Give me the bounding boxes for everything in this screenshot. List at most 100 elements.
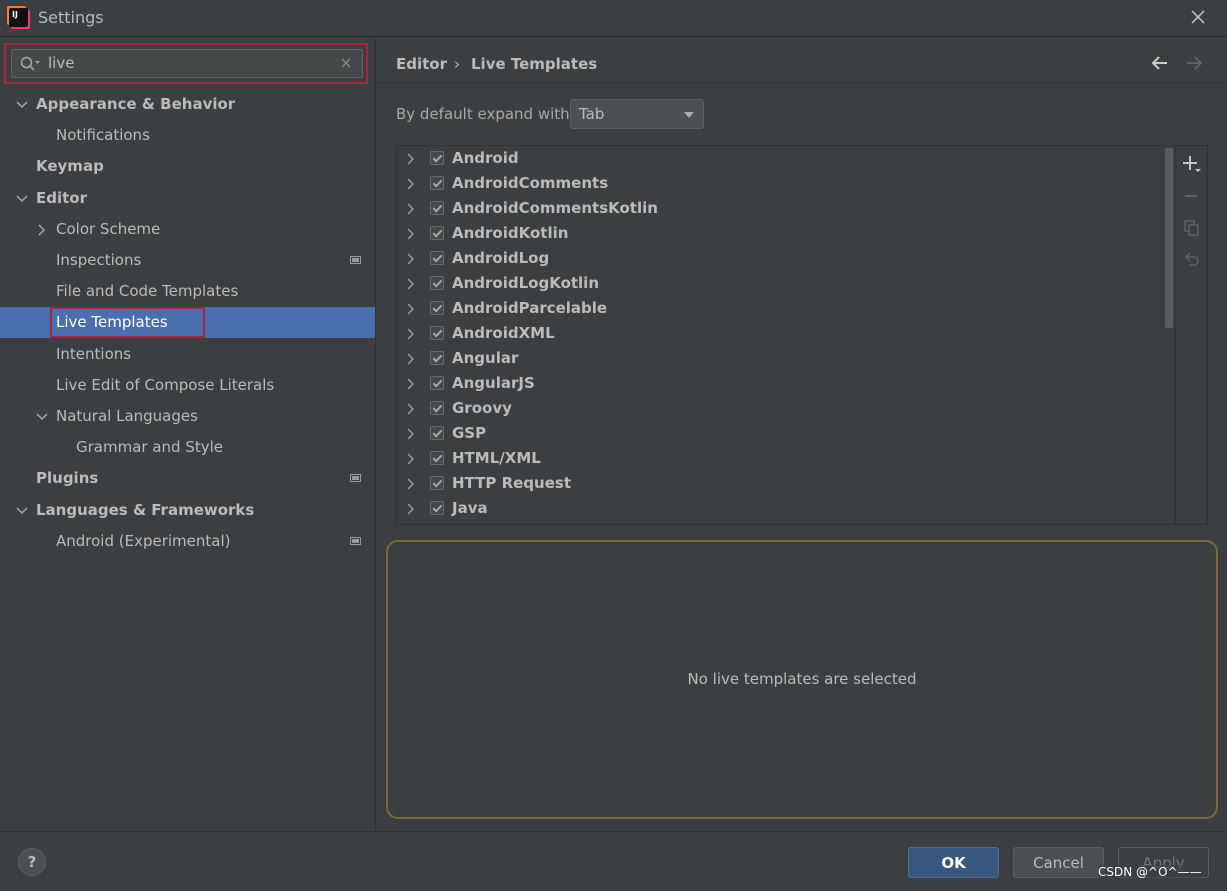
- ok-button[interactable]: OK: [908, 847, 999, 878]
- template-group-row[interactable]: Angular: [397, 346, 1167, 371]
- sidebar-item[interactable]: Intentions: [0, 339, 375, 370]
- template-group-row[interactable]: AndroidLogKotlin: [397, 271, 1167, 296]
- search-icon[interactable]: [20, 56, 42, 72]
- template-group-row[interactable]: AndroidComments: [397, 171, 1167, 196]
- chevron-right-icon[interactable]: [406, 303, 416, 315]
- template-checkbox[interactable]: [430, 451, 444, 465]
- template-checkbox[interactable]: [430, 301, 444, 315]
- chevron-right-icon[interactable]: [406, 478, 416, 490]
- template-group-row[interactable]: Android: [397, 146, 1167, 171]
- sidebar-item[interactable]: Appearance & Behavior: [0, 89, 375, 120]
- template-group-row[interactable]: AndroidCommentsKotlin: [397, 196, 1167, 221]
- search-field[interactable]: [11, 49, 363, 78]
- selection-highlight-outline: [50, 307, 205, 338]
- template-checkbox[interactable]: [430, 201, 444, 215]
- chevron-right-icon[interactable]: [406, 403, 416, 415]
- copy-icon[interactable]: [1182, 218, 1202, 238]
- chevron-right-icon[interactable]: [36, 224, 48, 236]
- clear-search-icon[interactable]: [340, 57, 352, 69]
- sidebar-item[interactable]: Plugins: [0, 463, 375, 494]
- template-checkbox[interactable]: [430, 326, 444, 340]
- template-checkbox[interactable]: [430, 401, 444, 415]
- templates-list-panel: Android AndroidComments AndroidCommentsKot…: [396, 145, 1208, 525]
- chevron-down-icon[interactable]: [16, 99, 28, 111]
- template-checkbox[interactable]: [430, 226, 444, 240]
- template-group-row[interactable]: Java: [397, 496, 1167, 521]
- sidebar-item-label: Notifications: [56, 126, 150, 144]
- template-group-row[interactable]: HTML/XML: [397, 446, 1167, 471]
- chevron-right-icon[interactable]: [406, 228, 416, 240]
- chevron-right-icon[interactable]: [406, 278, 416, 290]
- chevron-down-icon[interactable]: [16, 505, 28, 517]
- back-arrow-icon[interactable]: [1150, 53, 1170, 73]
- sidebar-item[interactable]: Notifications: [0, 120, 375, 151]
- search-input[interactable]: [48, 53, 328, 73]
- intellij-app-icon: IJ: [9, 8, 28, 27]
- sidebar-item[interactable]: Natural Languages: [0, 401, 375, 432]
- template-checkbox[interactable]: [430, 501, 444, 515]
- chevron-right-icon[interactable]: [406, 328, 416, 340]
- sidebar-item[interactable]: Color Scheme: [0, 214, 375, 245]
- chevron-right-icon[interactable]: [406, 428, 416, 440]
- cancel-button[interactable]: Cancel: [1013, 847, 1104, 878]
- main-panel: Editor › Live Templates By default expan…: [376, 37, 1227, 830]
- forward-arrow-icon[interactable]: [1184, 53, 1204, 73]
- help-button[interactable]: ?: [18, 848, 46, 876]
- template-checkbox[interactable]: [430, 476, 444, 490]
- template-group-name: AndroidLog: [452, 249, 550, 267]
- remove-icon[interactable]: [1182, 186, 1202, 206]
- window-title: Settings: [38, 8, 104, 27]
- settings-sidebar: Appearance & Behavior Notifications Keymap…: [0, 37, 376, 830]
- chevron-down-icon[interactable]: [36, 411, 48, 423]
- sidebar-item[interactable]: Live Edit of Compose Literals: [0, 370, 375, 401]
- template-group-row[interactable]: Groovy: [397, 396, 1167, 421]
- chevron-right-icon[interactable]: [406, 353, 416, 365]
- expand-with-dropdown[interactable]: Tab: [570, 99, 704, 129]
- sidebar-item[interactable]: Languages & Frameworks: [0, 495, 375, 526]
- template-checkbox[interactable]: [430, 251, 444, 265]
- breadcrumb: Editor › Live Templates: [376, 37, 1227, 83]
- sidebar-item[interactable]: Live Templates: [0, 307, 375, 338]
- chevron-right-icon[interactable]: [406, 153, 416, 165]
- breadcrumb-parent[interactable]: Editor: [396, 55, 447, 73]
- template-group-row[interactable]: GSP: [397, 421, 1167, 446]
- template-checkbox[interactable]: [430, 426, 444, 440]
- sidebar-item[interactable]: File and Code Templates: [0, 276, 375, 307]
- template-group-name: AndroidXML: [452, 324, 555, 342]
- template-checkbox[interactable]: [430, 351, 444, 365]
- sidebar-item[interactable]: Inspections: [0, 245, 375, 276]
- template-group-row[interactable]: AndroidLog: [397, 246, 1167, 271]
- sidebar-item-label: Color Scheme: [56, 220, 161, 238]
- sidebar-item-label: Editor: [36, 189, 87, 207]
- chevron-right-icon[interactable]: [406, 503, 416, 515]
- add-icon[interactable]: [1182, 154, 1202, 174]
- restore-defaults-icon[interactable]: [1182, 250, 1202, 270]
- chevron-down-icon[interactable]: [16, 193, 28, 205]
- expand-with-label: By default expand with: [396, 105, 570, 123]
- sidebar-item[interactable]: Android (Experimental): [0, 526, 375, 557]
- project-scope-icon: [350, 537, 361, 545]
- template-checkbox[interactable]: [430, 376, 444, 390]
- template-checkbox[interactable]: [430, 151, 444, 165]
- chevron-right-icon[interactable]: [406, 378, 416, 390]
- chevron-right-icon[interactable]: [406, 203, 416, 215]
- chevron-right-icon[interactable]: [406, 253, 416, 265]
- template-group-row[interactable]: AngularJS: [397, 371, 1167, 396]
- template-checkbox[interactable]: [430, 276, 444, 290]
- chevron-right-icon[interactable]: [406, 453, 416, 465]
- sidebar-item[interactable]: Grammar and Style: [0, 432, 375, 463]
- template-group-row[interactable]: HTTP Request: [397, 471, 1167, 496]
- template-group-row[interactable]: AndroidXML: [397, 321, 1167, 346]
- sidebar-item-label: Appearance & Behavior: [36, 95, 236, 113]
- sidebar-item-label: Grammar and Style: [76, 438, 223, 456]
- template-checkbox[interactable]: [430, 176, 444, 190]
- sidebar-item[interactable]: Keymap: [0, 151, 375, 182]
- template-group-row[interactable]: AndroidParcelable: [397, 296, 1167, 321]
- chevron-right-icon[interactable]: [406, 178, 416, 190]
- list-scrollbar[interactable]: [1165, 148, 1173, 328]
- sidebar-item[interactable]: Editor: [0, 183, 375, 214]
- template-group-name: AndroidLogKotlin: [452, 274, 600, 292]
- sidebar-item-label: Intentions: [56, 345, 132, 363]
- template-group-row[interactable]: AndroidKotlin: [397, 221, 1167, 246]
- close-icon[interactable]: [1187, 6, 1209, 28]
